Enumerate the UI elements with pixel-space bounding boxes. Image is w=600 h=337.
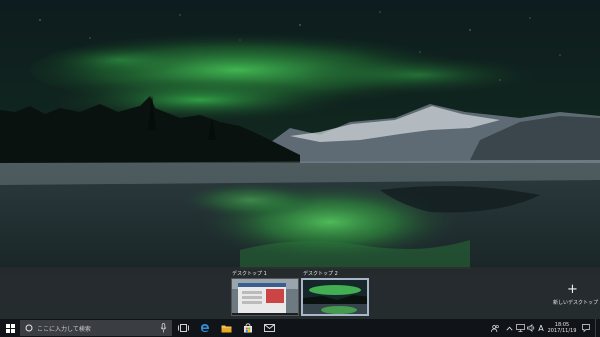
task-view-icon (178, 324, 189, 332)
ime-button[interactable]: A (536, 319, 546, 337)
microphone-icon[interactable] (160, 323, 167, 333)
search-box[interactable]: ここに入力して検索 (20, 320, 172, 336)
show-desktop-button[interactable] (596, 319, 600, 337)
clock-date: 2017/11/19 (547, 328, 577, 334)
new-desktop-button[interactable]: + 新しいデスクトップ (550, 282, 599, 309)
notification-icon (582, 324, 590, 332)
search-placeholder: ここに入力して検索 (37, 326, 91, 333)
desktop-screen: デスクトップ 1 デスクトップ 2 + 新しいデスクトップ ここに入力して検索 … (0, 0, 600, 337)
store-icon (243, 323, 252, 333)
desktop-2-thumbnail[interactable] (301, 278, 369, 316)
mail-button[interactable] (261, 319, 278, 337)
plus-icon: + (567, 282, 578, 297)
chevron-up-icon (506, 326, 513, 330)
desktop-1-preview (232, 279, 298, 315)
people-button[interactable] (489, 319, 501, 337)
windows-logo-icon (5, 323, 15, 333)
taskbar: ここに入力して検索 A 18:05 2017/11/19 (0, 319, 600, 337)
desktop-1-thumbnail[interactable] (231, 278, 299, 316)
action-center-button[interactable] (580, 319, 592, 337)
network-icon (515, 324, 525, 332)
cortana-icon (25, 324, 33, 332)
new-desktop-label: 新しいデスクトップ (553, 300, 599, 306)
volume-button[interactable] (526, 319, 536, 337)
file-explorer-icon (221, 325, 232, 332)
ime-indicator: A (538, 323, 544, 333)
people-icon (490, 324, 499, 332)
desktop-2-preview (303, 280, 367, 314)
desktop-1-label: デスクトップ 1 (232, 271, 267, 277)
task-view-panel (0, 267, 600, 319)
file-explorer-button[interactable] (218, 319, 235, 337)
show-hidden-icons-button[interactable] (505, 319, 514, 337)
edge-icon (200, 324, 209, 332)
store-button[interactable] (239, 319, 256, 337)
desktop-2-label: デスクトップ 2 (303, 271, 338, 277)
edge-button[interactable] (196, 319, 213, 337)
network-button[interactable] (515, 319, 525, 337)
start-button[interactable] (0, 319, 20, 337)
task-view-button[interactable] (175, 319, 192, 337)
clock-button[interactable]: 18:05 2017/11/19 (546, 319, 578, 337)
mail-icon (264, 324, 275, 332)
speaker-icon (526, 324, 534, 332)
